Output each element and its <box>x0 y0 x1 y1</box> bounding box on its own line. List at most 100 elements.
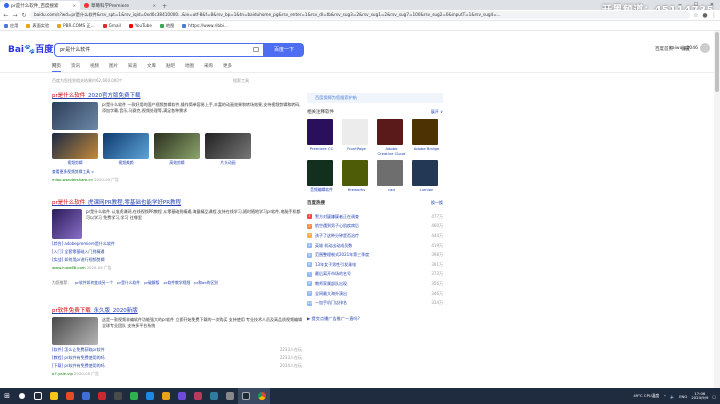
app-icon[interactable] <box>142 388 158 404</box>
app-icon[interactable] <box>62 388 78 404</box>
start-icon[interactable]: ⊞ <box>0 388 14 404</box>
bookmark-item[interactable]: 应用 <box>4 23 18 29</box>
app-icon[interactable] <box>78 388 94 404</box>
close-tab-icon[interactable]: ✕ <box>73 3 76 8</box>
new-tab-button[interactable]: + <box>160 3 169 10</box>
expand-link[interactable]: 展开 ∨ <box>431 109 443 115</box>
software-card[interactable]: cad <box>377 160 406 192</box>
search-button[interactable]: 百度一下 <box>264 43 304 57</box>
baidu-logo[interactable]: Bai🐾百度 <box>8 42 53 55</box>
feature-card[interactable]: 片头动画 <box>205 133 251 166</box>
related-link[interactable]: pr和ae的区别 <box>194 280 218 286</box>
feature-card[interactable]: 视频剪辑 <box>52 133 98 166</box>
software-card[interactable]: Adobe Creative Cloud <box>377 119 406 156</box>
hot-search-item[interactable]: 10 一加手机门店排名 334万 <box>307 298 443 308</box>
related-link[interactable]: pr软件如何变成另一个 <box>75 280 113 286</box>
software-card[interactable]: fireworks <box>342 160 371 192</box>
profile-icon[interactable]: ● <box>702 12 708 19</box>
bookmark-item[interactable]: https://www.ribbi... <box>182 23 228 28</box>
bookmark-item[interactable]: 地图 <box>159 23 174 29</box>
search-icon[interactable] <box>14 388 30 404</box>
hot-search-item[interactable]: 8 教师家属部队出现 356万 <box>307 279 443 289</box>
feature-card[interactable]: 视频美颜 <box>103 133 149 166</box>
related-link[interactable]: pr软件教学视频 <box>163 280 190 286</box>
reload-icon[interactable]: ↻ <box>21 12 27 19</box>
star-icon[interactable]: ☆ <box>693 12 699 19</box>
tab-zhidao[interactable]: 知道 <box>128 63 137 72</box>
hot-search-item[interactable]: 4 英雄 机动出动成员数 419万 <box>307 241 443 251</box>
refresh-link[interactable]: 换一换 <box>431 200 443 206</box>
hot-search-item[interactable]: 6 13年女子男性引发乘电 391万 <box>307 260 443 270</box>
result-thumbnail[interactable] <box>52 102 98 130</box>
avatar[interactable] <box>700 43 710 53</box>
app-icon[interactable] <box>174 388 190 404</box>
tab-active[interactable]: pr是什么软件_百度搜索 ✕ <box>0 1 80 10</box>
clock[interactable]: 17:06 2020/9/9 <box>691 391 708 401</box>
hot-search-item[interactable]: 3 孩子了这种分钟是否治疗 444万 <box>307 231 443 241</box>
sublink[interactable]: [入门] 全套零基础入门到精通 <box>52 249 302 255</box>
search-tools-button[interactable]: 搜索工具 <box>233 78 249 84</box>
hot-search-item[interactable]: 7 最后离开市场的名号 373万 <box>307 270 443 280</box>
tab-more[interactable]: 更多 <box>223 63 232 72</box>
result-title[interactable]: pr是什么软件_虎课网PR教程,零基础也能学好PR教程 <box>52 198 302 206</box>
feature-card[interactable]: 高效剪辑 <box>154 133 200 166</box>
tab-video[interactable]: 视频 <box>90 63 99 72</box>
tab-wenku[interactable]: 文库 <box>147 63 156 72</box>
related-link[interactable]: pr破解版 <box>144 280 159 286</box>
software-card[interactable]: 音频编辑软件 <box>307 160 336 192</box>
username[interactable]: kaiwulg2046 <box>669 46 698 51</box>
forward-icon[interactable]: → <box>12 12 18 19</box>
back-icon[interactable]: ← <box>3 12 9 19</box>
explorer-icon[interactable] <box>46 388 62 404</box>
hot-search-item[interactable]: 9 全网最大海外演出 346万 <box>307 289 443 299</box>
chrome-icon[interactable] <box>254 388 270 404</box>
sublink[interactable]: [软件] 怎么让免费获取pr软件 2233人在玩 <box>52 347 302 353</box>
volume-icon[interactable]: 🔈 <box>670 394 675 399</box>
tab-tieba[interactable]: 贴吧 <box>166 63 175 72</box>
language-indicator[interactable]: ENG <box>679 394 687 399</box>
related-link[interactable]: pr是什么软件 <box>117 280 140 286</box>
safety-banner[interactable]: 百度保障为您搜索护航 <box>307 93 443 103</box>
app-icon[interactable] <box>94 388 110 404</box>
close-tab-icon[interactable]: ✕ <box>153 3 156 8</box>
sublink[interactable]: [综合] adobepremiere是什么软件 <box>52 241 302 247</box>
bookmark-item[interactable]: PBR.COMS 正... <box>57 23 95 29</box>
hot-search-item[interactable]: 2 航空遇到男子心肌疾病后 460万 <box>307 222 443 232</box>
app-icon[interactable] <box>110 388 126 404</box>
sublink[interactable]: [实战] 如何用pr进行视频剪辑 <box>52 257 302 263</box>
result-title[interactable]: pr是什么软件_2020官方版免费下载 <box>52 91 302 99</box>
software-card[interactable]: Premiere CC <box>307 119 336 156</box>
tab-news[interactable]: 资讯 <box>71 63 80 72</box>
app-icon[interactable] <box>206 388 222 404</box>
sublink[interactable]: [教程] pr软件有免费使用的吗 2233人在玩 <box>52 355 302 361</box>
menu-icon[interactable]: ⋮ <box>711 12 717 19</box>
notification-icon[interactable]: ▢ <box>712 394 716 399</box>
tab-purchase[interactable]: 采购 <box>204 63 213 72</box>
bookmark-item[interactable]: 表面实验 <box>26 23 49 29</box>
tab-map[interactable]: 地图 <box>185 63 194 72</box>
app-icon[interactable] <box>190 388 206 404</box>
search-input[interactable]: pr是什么软件 <box>54 43 264 57</box>
scrollbar-thumb[interactable] <box>715 32 719 92</box>
tab-image[interactable]: 图片 <box>109 63 118 72</box>
more-tools-link[interactable]: 查看更多视频剪辑工具 > <box>52 169 302 175</box>
hot-search-item[interactable]: 1 警方对疑嫌疑者正在调查 477万 <box>307 212 443 222</box>
bookmark-item[interactable]: Gmail <box>102 23 121 28</box>
bookmark-item[interactable]: YouTube <box>128 23 152 28</box>
app-icon[interactable] <box>222 388 238 404</box>
tab-web[interactable]: 网页 <box>52 63 61 72</box>
feedback-link[interactable]: ▶ 提交点播广告推广一直吗? <box>307 316 443 322</box>
network-icon[interactable]: ⌃ <box>663 394 666 399</box>
task-view-icon[interactable] <box>30 388 46 404</box>
result-title[interactable]: pr软件免费下载_永久版_2020新版 <box>52 306 302 314</box>
app-icon[interactable] <box>158 388 174 404</box>
sublink[interactable]: [下载] pr软件有免费使用的吗 2014人在玩 <box>52 363 302 369</box>
premiere-thumbnail[interactable] <box>52 209 82 239</box>
tab-inactive[interactable]: 草莓科学Premiere ✕ <box>80 1 160 10</box>
software-card[interactable]: Lumion <box>412 160 441 192</box>
app-icon[interactable] <box>126 388 142 404</box>
hot-search-item[interactable]: 5 范围整理制式2021年第三季度 398万 <box>307 250 443 260</box>
software-card[interactable]: Adobe Bridge <box>412 119 441 156</box>
steam-icon[interactable] <box>238 388 254 404</box>
software-card[interactable]: FrontPage <box>342 119 371 156</box>
